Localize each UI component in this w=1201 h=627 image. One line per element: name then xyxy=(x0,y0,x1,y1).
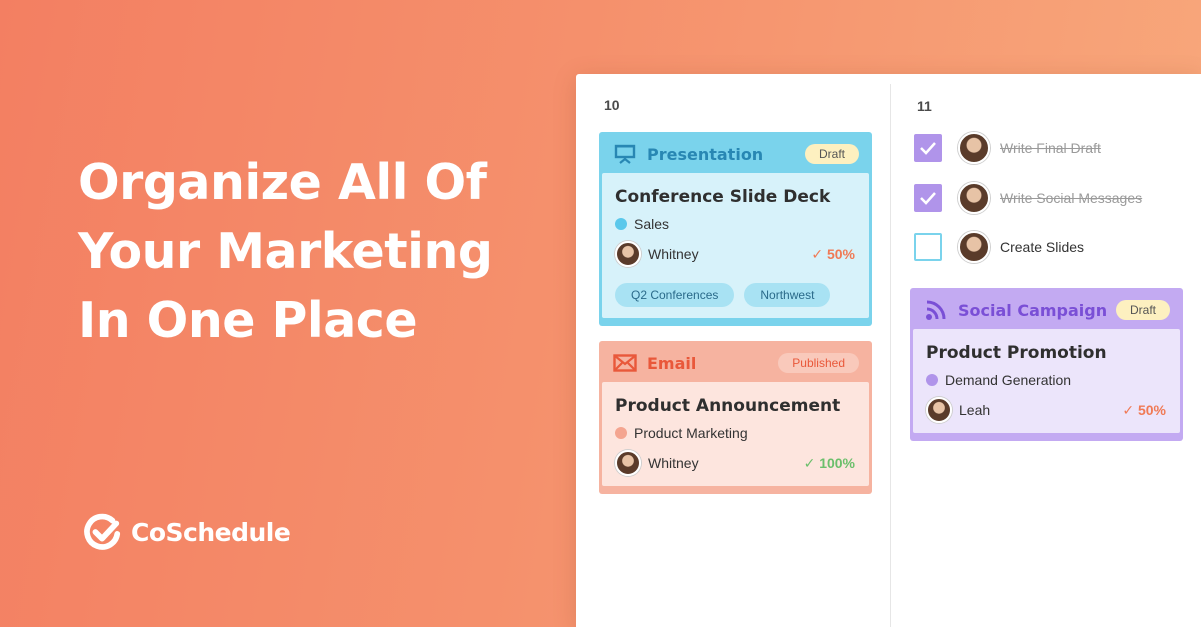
tag-northwest[interactable]: Northwest xyxy=(744,283,831,307)
task-item[interactable]: Write Social Messages xyxy=(914,182,1142,214)
progress-indicator: ✓ 50% xyxy=(811,246,855,263)
calendar-panel: 10 11 Presentation Draft Conference Slid… xyxy=(576,74,1201,627)
status-badge: Draft xyxy=(1115,300,1170,320)
checkmark-icon: ✓ xyxy=(1122,401,1135,418)
check-circle-icon xyxy=(84,513,121,550)
task-item[interactable]: Write Final Draft xyxy=(914,132,1101,164)
avatar xyxy=(958,231,990,263)
card-header: Email Published xyxy=(602,344,869,382)
headline-line-1: Organize All Of xyxy=(78,154,487,211)
headline-line-2: Your Marketing xyxy=(78,223,493,280)
day-number-11: 11 xyxy=(917,98,932,114)
owner-name: Whitney xyxy=(648,455,699,471)
task-checkbox[interactable] xyxy=(914,134,942,162)
tag-q2-conferences[interactable]: Q2 Conferences xyxy=(615,283,735,307)
card-type-label: Presentation xyxy=(647,144,764,164)
avatar xyxy=(958,182,990,214)
category-row: Product Marketing xyxy=(615,425,855,441)
category-dot xyxy=(926,374,938,386)
task-checkbox[interactable] xyxy=(914,184,942,212)
progress-indicator: ✓ 100% xyxy=(804,455,855,472)
owner-name: Leah xyxy=(959,402,991,418)
avatar xyxy=(926,397,952,423)
owner-name: Whitney xyxy=(648,246,699,262)
envelope-icon xyxy=(613,352,637,374)
card-type-label: Social Campaign xyxy=(958,300,1108,320)
checkmark-icon: ✓ xyxy=(811,245,824,262)
avatar xyxy=(958,132,990,164)
tag-list: Q2 Conferences Northwest xyxy=(615,283,855,307)
presentation-card[interactable]: Presentation Draft Conference Slide Deck… xyxy=(599,132,872,326)
task-label: Create Slides xyxy=(1000,239,1085,255)
category-label: Sales xyxy=(634,216,670,232)
card-header: Social Campaign Draft xyxy=(913,291,1180,329)
avatar xyxy=(615,450,641,476)
card-title: Product Announcement xyxy=(615,396,841,416)
category-label: Demand Generation xyxy=(945,372,1072,388)
rss-icon xyxy=(924,299,948,321)
task-item[interactable]: Create Slides xyxy=(914,231,1084,263)
card-body: Product Announcement Product Marketing W… xyxy=(602,382,869,486)
status-badge: Draft xyxy=(804,144,859,164)
category-dot xyxy=(615,427,627,439)
card-body: Conference Slide Deck Sales Whitney ✓ 50… xyxy=(602,173,869,318)
email-card[interactable]: Email Published Product Announcement Pro… xyxy=(599,341,872,494)
task-checkbox[interactable] xyxy=(914,233,942,261)
brand-name: CoSchedule xyxy=(131,517,291,547)
progress-value: 50% xyxy=(826,245,855,262)
owner-row: Whitney ✓ 50% xyxy=(615,241,855,267)
presentation-icon xyxy=(613,143,637,165)
card-title: Conference Slide Deck xyxy=(615,187,831,207)
social-campaign-card[interactable]: Social Campaign Draft Product Promotion … xyxy=(910,288,1183,441)
day-number-10: 10 xyxy=(604,97,620,113)
headline-line-3: In One Place xyxy=(78,292,418,349)
card-title: Product Promotion xyxy=(926,343,1107,363)
checkmark-icon xyxy=(920,192,936,205)
card-type-label: Email xyxy=(647,353,697,373)
category-dot xyxy=(615,218,627,230)
progress-value: 50% xyxy=(1137,401,1166,418)
brand-logo: CoSchedule xyxy=(84,513,291,551)
avatar xyxy=(615,241,641,267)
checkmark-icon: ✓ xyxy=(803,454,816,471)
task-label: Write Social Messages xyxy=(1000,190,1143,206)
category-label: Product Marketing xyxy=(634,425,748,441)
card-header: Presentation Draft xyxy=(602,135,869,173)
owner-row: Whitney ✓ 100% xyxy=(615,450,855,476)
hero-headline: Organize All Of Your Marketing In One Pl… xyxy=(78,148,538,355)
day-divider xyxy=(890,84,891,627)
owner-row: Leah ✓ 50% xyxy=(926,397,1166,423)
category-row: Sales xyxy=(615,216,855,232)
status-badge: Published xyxy=(778,353,859,373)
category-row: Demand Generation xyxy=(926,372,1166,388)
task-label: Write Final Draft xyxy=(1000,140,1101,156)
checkmark-icon xyxy=(920,142,936,155)
progress-value: 100% xyxy=(819,454,855,471)
card-body: Product Promotion Demand Generation Leah… xyxy=(913,329,1180,433)
progress-indicator: ✓ 50% xyxy=(1122,402,1166,419)
